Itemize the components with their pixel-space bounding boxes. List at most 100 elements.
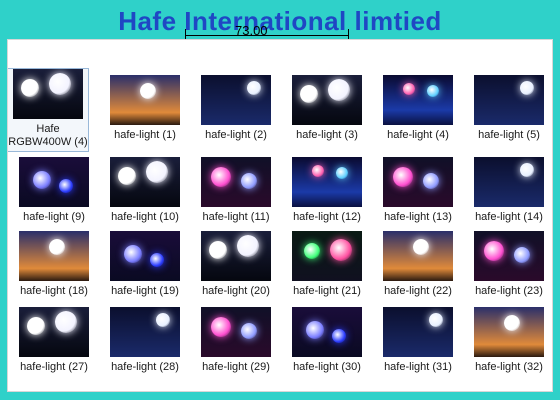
- thumbnail-item[interactable]: hafe-light (22): [374, 231, 462, 298]
- measure-value: 73.00: [235, 23, 268, 38]
- thumbnail-label: hafe-light (28): [111, 361, 179, 373]
- thumbnail-image: [201, 307, 271, 357]
- light-orb: [304, 243, 320, 259]
- light-orb: [520, 163, 534, 177]
- thumbnail-label: hafe-light (18): [20, 285, 88, 297]
- thumbnail-image: [292, 231, 362, 281]
- light-orb: [118, 167, 136, 185]
- thumbnail-label: hafe-light (9): [23, 211, 85, 223]
- thumbnail-image: [19, 157, 89, 207]
- thumbnail-label: hafe-light (5): [478, 129, 540, 141]
- thumbnail-item[interactable]: hafe-light (23): [465, 231, 552, 298]
- light-orb: [209, 241, 227, 259]
- light-orb: [140, 83, 156, 99]
- thumbnail-label: hafe-light (27): [20, 361, 88, 373]
- thumbnail-image: [292, 307, 362, 357]
- light-orb: [49, 239, 65, 255]
- thumbnail-item[interactable]: hafe-light (31): [374, 307, 462, 374]
- thumbnail-panel: Hafe RGBW400W (4) hafe-light (1) hafe-ligh…: [7, 39, 553, 392]
- thumbnail-item[interactable]: hafe-light (3): [283, 75, 371, 142]
- thumbnail-image: [474, 231, 544, 281]
- thumbnail-label: hafe-light (31): [384, 361, 452, 373]
- thumbnail-label: Hafe RGBW400W (4): [8, 123, 88, 148]
- thumbnail-item[interactable]: hafe-light (32): [465, 307, 552, 374]
- light-orb: [336, 167, 348, 179]
- light-orb: [211, 317, 231, 337]
- thumbnail-item[interactable]: hafe-light (27): [10, 307, 98, 374]
- thumbnail-image: [383, 75, 453, 125]
- thumbnail-label: hafe-light (10): [111, 211, 179, 223]
- thumbnail-item[interactable]: hafe-light (20): [192, 231, 280, 298]
- thumbnail-item[interactable]: hafe-light (2): [192, 75, 280, 142]
- measure-guide: 73.00: [185, 23, 349, 39]
- thumbnail-image: [383, 157, 453, 207]
- light-orb: [49, 73, 71, 95]
- thumbnail-item[interactable]: hafe-light (29): [192, 307, 280, 374]
- light-orb: [146, 161, 168, 183]
- light-orb: [484, 241, 504, 261]
- light-orb: [514, 247, 530, 263]
- thumbnail-item[interactable]: hafe-light (18): [10, 231, 98, 298]
- thumbnail-label: hafe-light (3): [296, 129, 358, 141]
- thumbnail-item[interactable]: hafe-light (12): [283, 157, 371, 224]
- thumbnail-image: [474, 307, 544, 357]
- thumbnail-image: [19, 307, 89, 357]
- thumbnail-item[interactable]: hafe-light (13): [374, 157, 462, 224]
- thumbnail-item[interactable]: hafe-light (30): [283, 307, 371, 374]
- thumbnail-label: hafe-light (12): [293, 211, 361, 223]
- thumbnail-image: [292, 75, 362, 125]
- light-orb: [413, 239, 429, 255]
- thumbnail-image: [201, 231, 271, 281]
- light-orb: [300, 85, 318, 103]
- light-orb: [312, 165, 324, 177]
- thumbnail-label: hafe-light (13): [384, 211, 452, 223]
- thumbnail-image: [201, 75, 271, 125]
- thumbnail-image: [110, 307, 180, 357]
- thumbnail-label: hafe-light (30): [293, 361, 361, 373]
- light-orb: [27, 317, 45, 335]
- light-orb: [241, 173, 257, 189]
- thumbnail-label: hafe-light (23): [475, 285, 543, 297]
- thumbnail-label: hafe-light (22): [384, 285, 452, 297]
- light-orb: [237, 235, 259, 257]
- thumbnail-label: hafe-light (1): [114, 129, 176, 141]
- light-orb: [504, 315, 520, 331]
- light-orb: [393, 167, 413, 187]
- thumbnail-item[interactable]: Hafe RGBW400W (4): [8, 68, 89, 152]
- light-orb: [241, 323, 257, 339]
- light-orb: [429, 313, 443, 327]
- thumbnail-item[interactable]: hafe-light (14): [465, 157, 552, 224]
- thumbnail-image: [13, 69, 83, 119]
- thumbnail-item[interactable]: hafe-light (1): [101, 75, 189, 142]
- thumbnail-label: hafe-light (2): [205, 129, 267, 141]
- light-orb: [330, 239, 352, 261]
- measure-tick-left: [185, 29, 186, 39]
- thumbnail-label: hafe-light (29): [202, 361, 270, 373]
- thumbnail-item[interactable]: hafe-light (9): [10, 157, 98, 224]
- light-orb: [306, 321, 324, 339]
- thumbnail-label: hafe-light (14): [475, 211, 543, 223]
- light-orb: [150, 253, 164, 267]
- thumbnail-image: [383, 231, 453, 281]
- light-orb: [124, 245, 142, 263]
- thumbnail-label: hafe-light (21): [293, 285, 361, 297]
- thumbnail-label: hafe-light (4): [387, 129, 449, 141]
- thumbnail-item[interactable]: hafe-light (19): [101, 231, 189, 298]
- thumbnail-image: [474, 75, 544, 125]
- thumbnail-image: [474, 157, 544, 207]
- thumbnail-label: hafe-light (20): [202, 285, 270, 297]
- thumbnail-image: [383, 307, 453, 357]
- thumbnail-item[interactable]: hafe-light (4): [374, 75, 462, 142]
- thumbnail-label: hafe-light (32): [475, 361, 543, 373]
- thumbnail-image: [19, 231, 89, 281]
- thumbnail-item[interactable]: hafe-light (28): [101, 307, 189, 374]
- thumbnail-item[interactable]: hafe-light (10): [101, 157, 189, 224]
- light-orb: [328, 79, 350, 101]
- light-orb: [247, 81, 261, 95]
- light-orb: [55, 311, 77, 333]
- thumbnail-item[interactable]: hafe-light (11): [192, 157, 280, 224]
- thumbnail-item[interactable]: hafe-light (5): [465, 75, 552, 142]
- thumbnail-label: hafe-light (19): [111, 285, 179, 297]
- thumbnail-image: [201, 157, 271, 207]
- thumbnail-item[interactable]: hafe-light (21): [283, 231, 371, 298]
